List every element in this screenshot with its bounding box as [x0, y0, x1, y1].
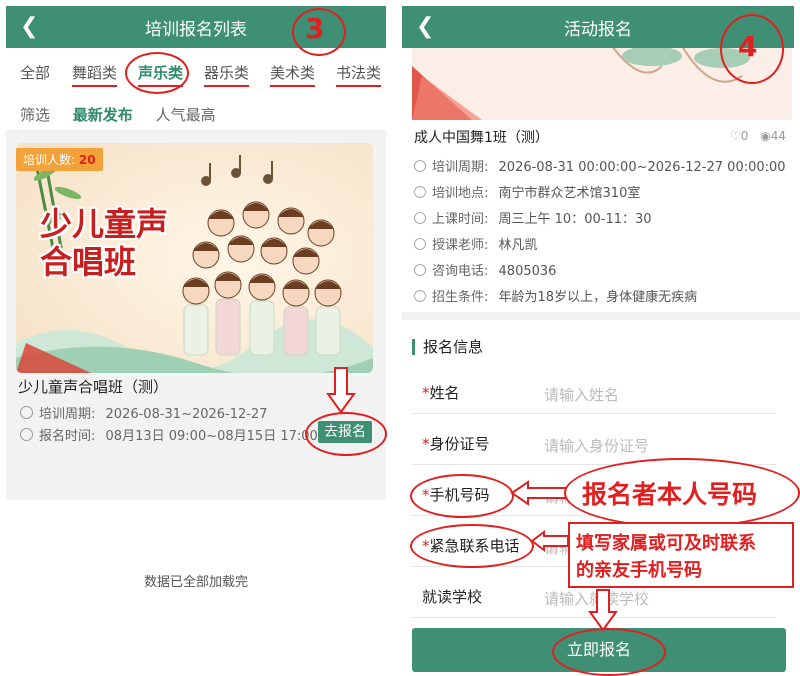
- arrow-down-annotation: [588, 589, 618, 632]
- teacher-icon: [414, 238, 426, 250]
- name-label: *姓名: [422, 384, 460, 402]
- arrow-down-annotation: [326, 367, 356, 414]
- info-value[interactable]: 4805036: [499, 264, 557, 279]
- info-value: 周三上午 10：00-11：30: [498, 212, 652, 227]
- training-list-screen: ❮ 培训报名列表 3 全部 舞蹈类 声乐类 器乐类 美术类 书法类 筛选 最新发…: [0, 0, 392, 676]
- clock-icon: [414, 212, 426, 224]
- info-label: 授课老师:: [432, 238, 489, 253]
- arrow-left-annotation: [530, 530, 569, 552]
- eye-icon: ◉: [760, 129, 771, 143]
- info-value: 2026-08-31 00:00:00~2026-12-27 00:00:00: [498, 160, 786, 175]
- info-value: 南宁市群众艺术馆310室: [498, 186, 641, 201]
- stats: ♡0 ◉44: [730, 129, 786, 143]
- info-location: 培训地点: 南宁市群众艺术馆310室: [414, 182, 640, 201]
- id-number-input[interactable]: 请输入身份证号: [544, 435, 649, 456]
- emergency-circle-annotation: [410, 524, 534, 568]
- emergency-callout-line1: 填写家属或可及时联系: [576, 533, 756, 554]
- info-label: 招生条件:: [432, 290, 489, 305]
- signup-value: 08月13日 09:00~08月15日 17:00: [105, 429, 318, 444]
- sort-popular[interactable]: 人气最高: [156, 106, 216, 124]
- sort-newest[interactable]: 最新发布: [73, 106, 133, 124]
- info-label: 培训周期:: [432, 160, 489, 175]
- category-tabs: 全部 舞蹈类 声乐类 器乐类 美术类 书法类: [6, 58, 386, 88]
- like-icon[interactable]: ♡: [730, 129, 741, 143]
- name-input[interactable]: 请输入姓名: [544, 384, 619, 405]
- divider: [412, 413, 776, 414]
- view-count: 44: [770, 129, 786, 143]
- section-title: 报名信息: [412, 339, 483, 355]
- step-number-annotation: 3: [305, 12, 325, 45]
- info-teacher: 授课老师: 林凡凯: [414, 234, 538, 253]
- tab-art[interactable]: 美术类: [270, 62, 316, 87]
- location-icon: [414, 186, 426, 198]
- step-number-annotation: 4: [738, 30, 758, 63]
- filter-row: 筛选 最新发布 人气最高: [20, 104, 234, 125]
- phone-circle-annotation: [410, 474, 514, 518]
- info-requirements: 招生条件: 年龄为18岁以上，身体健康无疾病: [414, 286, 697, 305]
- like-count: 0: [740, 129, 749, 143]
- submit-circle-annotation: [552, 628, 666, 676]
- tab-dance[interactable]: 舞蹈类: [72, 62, 118, 87]
- clock-icon: [414, 160, 426, 172]
- chevron-left-icon[interactable]: ❮: [416, 15, 434, 39]
- id-number-label: *身份证号: [422, 435, 490, 453]
- chevron-left-icon[interactable]: ❮: [20, 15, 38, 39]
- info-value: 年龄为18岁以上，身体健康无疾病: [498, 290, 698, 305]
- course-title[interactable]: 少儿童声合唱班（测）: [18, 376, 168, 397]
- page-title: 活动报名: [564, 19, 632, 40]
- vocal-tab-circle-annotation: [125, 52, 189, 94]
- info-label: 上课时间:: [432, 212, 489, 227]
- period-label: 培训周期:: [39, 407, 96, 422]
- signup-circle-annotation: [305, 412, 387, 456]
- tab-calligraphy[interactable]: 书法类: [336, 62, 382, 87]
- tab-instrument[interactable]: 器乐类: [204, 62, 250, 87]
- tab-all[interactable]: 全部: [20, 62, 50, 83]
- clock-icon: [20, 406, 33, 419]
- signup-time: 报名时间: 08月13日 09:00~08月15日 17:00: [20, 425, 318, 444]
- enrollment-badge: 培训人数: 20: [16, 148, 103, 171]
- badge-count: 20: [78, 153, 96, 167]
- emergency-callout-line2: 的亲友手机号码: [576, 560, 702, 581]
- badge-label: 培训人数:: [23, 153, 76, 167]
- page-title: 培训报名列表: [145, 19, 247, 40]
- info-phone: 咨询电话: 4805036: [414, 260, 556, 279]
- school-label: 就读学校: [422, 588, 483, 606]
- section-divider: [402, 312, 800, 320]
- filter-button[interactable]: 筛选: [20, 106, 50, 124]
- info-label: 培训地点:: [432, 186, 489, 201]
- training-period: 培训周期: 2026-08-31~2026-12-27: [20, 403, 268, 422]
- info-value: 林凡凯: [498, 238, 538, 253]
- info-label: 咨询电话:: [432, 264, 489, 279]
- info-class-time: 上课时间: 周三上午 10：00-11：30: [414, 208, 652, 227]
- course-title: 成人中国舞1班（测）: [414, 130, 549, 146]
- arrow-left-annotation: [510, 480, 569, 506]
- signup-label: 报名时间:: [39, 429, 96, 444]
- period-value: 2026-08-31~2026-12-27: [105, 407, 268, 422]
- info-period: 培训周期: 2026-08-31 00:00:00~2026-12-27 00:…: [414, 156, 786, 175]
- activity-signup-screen: ❮ 活动报名 4 成人中国舞1班（测） ♡0 ◉44 培训周期: 2026-08…: [402, 0, 800, 676]
- clock-icon: [20, 428, 33, 441]
- tag-icon: [414, 290, 426, 302]
- phone-icon: [414, 264, 426, 276]
- poster-title-line1: 少儿童声: [40, 205, 169, 243]
- phone-callout-text: 报名者本人号码: [582, 480, 758, 509]
- load-complete-note: 数据已全部加载完: [143, 575, 248, 590]
- poster-title-line2: 合唱班: [40, 243, 137, 281]
